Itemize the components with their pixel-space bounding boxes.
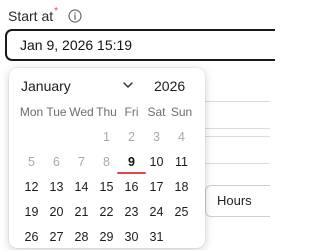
day-cell[interactable]: 12 [19, 175, 44, 200]
calendar-week-row: 19 20 21 22 23 24 25 [19, 200, 194, 225]
day-cell[interactable]: 22 [94, 200, 119, 225]
month-select[interactable]: January [21, 78, 71, 94]
day-cell[interactable]: 23 [119, 200, 144, 225]
weekday-label: Mon [19, 105, 44, 119]
empty-day-cell [169, 225, 194, 250]
info-icon[interactable] [68, 9, 82, 23]
calendar-week-row: 26 27 28 29 30 31 [19, 225, 194, 250]
calendar-week-row: 5 6 7 8 9 10 11 [19, 150, 194, 175]
start-at-input[interactable]: Jan 9, 2026 15:19 [5, 29, 275, 61]
selected-day-cell[interactable]: 9 [117, 150, 146, 175]
day-cell[interactable]: 11 [169, 150, 194, 175]
weekday-label: Thu [96, 105, 117, 119]
day-cell[interactable]: 31 [144, 225, 169, 250]
day-cell[interactable]: 24 [144, 200, 169, 225]
required-marker: * [54, 5, 59, 17]
day-cell[interactable]: 4 [169, 125, 194, 150]
background-field [195, 136, 270, 164]
day-cell[interactable]: 29 [94, 225, 119, 250]
day-cell[interactable]: 18 [169, 175, 194, 200]
day-cell[interactable]: 1 [94, 125, 119, 150]
weekday-label: Tue [46, 105, 67, 119]
start-at-label: Start at [8, 8, 54, 24]
empty-day-cell [69, 125, 94, 150]
day-cell[interactable]: 15 [94, 175, 119, 200]
weekday-label: Sat [147, 105, 166, 119]
day-cell[interactable]: 28 [69, 225, 94, 250]
empty-day-cell [19, 125, 44, 150]
hours-select[interactable]: Hours [205, 185, 270, 217]
weekday-label: Wed [69, 105, 94, 119]
day-cell[interactable]: 21 [69, 200, 94, 225]
day-cell[interactable]: 6 [44, 150, 69, 175]
day-cell[interactable]: 26 [19, 225, 44, 250]
weekday-label: Sun [170, 105, 193, 119]
calendar-grid: Mon Tue Wed Thu Fri Sat Sun 1 2 3 4 5 6 7 8 9 10 11 12 13 1… [19, 100, 194, 250]
day-cell[interactable]: 2 [119, 125, 144, 150]
chevron-down-icon[interactable] [122, 79, 134, 91]
day-cell[interactable]: 5 [19, 150, 44, 175]
day-cell[interactable]: 8 [94, 150, 119, 175]
calendar-week-row: 1234 [19, 125, 194, 150]
day-cell[interactable]: 27 [44, 225, 69, 250]
day-cell[interactable]: 16 [119, 175, 144, 200]
day-cell[interactable]: 3 [144, 125, 169, 150]
weekday-row: Mon Tue Wed Thu Fri Sat Sun [19, 100, 194, 125]
calendar-weeks: 1 2 3 4 5 6 7 8 9 10 11 12 13 14 15 16 17 18 19 20 21 22 23 24 2… [19, 125, 194, 250]
calendar-popup: January 2026 Mon Tue Wed Thu Fri Sat Sun 12345… [9, 68, 205, 248]
day-cell[interactable]: 25 [169, 200, 194, 225]
year-select[interactable]: 2026 [154, 78, 185, 94]
day-cell[interactable]: 30 [119, 225, 144, 250]
empty-day-cell [44, 125, 69, 150]
day-cell[interactable]: 13 [44, 175, 69, 200]
calendar-header: January 2026 [9, 68, 205, 102]
day-cell[interactable]: 7 [69, 150, 94, 175]
background-field [195, 101, 270, 129]
day-cell[interactable]: 20 [44, 200, 69, 225]
day-cell[interactable]: 17 [144, 175, 169, 200]
day-cell[interactable]: 19 [19, 200, 44, 225]
day-cell[interactable]: 10 [144, 150, 169, 175]
field-label-row: Start at * [8, 5, 82, 24]
calendar-week-row: 12 13 14 15 16 17 18 [19, 175, 194, 200]
day-cell[interactable]: 14 [69, 175, 94, 200]
weekday-label: Fri [124, 105, 139, 119]
